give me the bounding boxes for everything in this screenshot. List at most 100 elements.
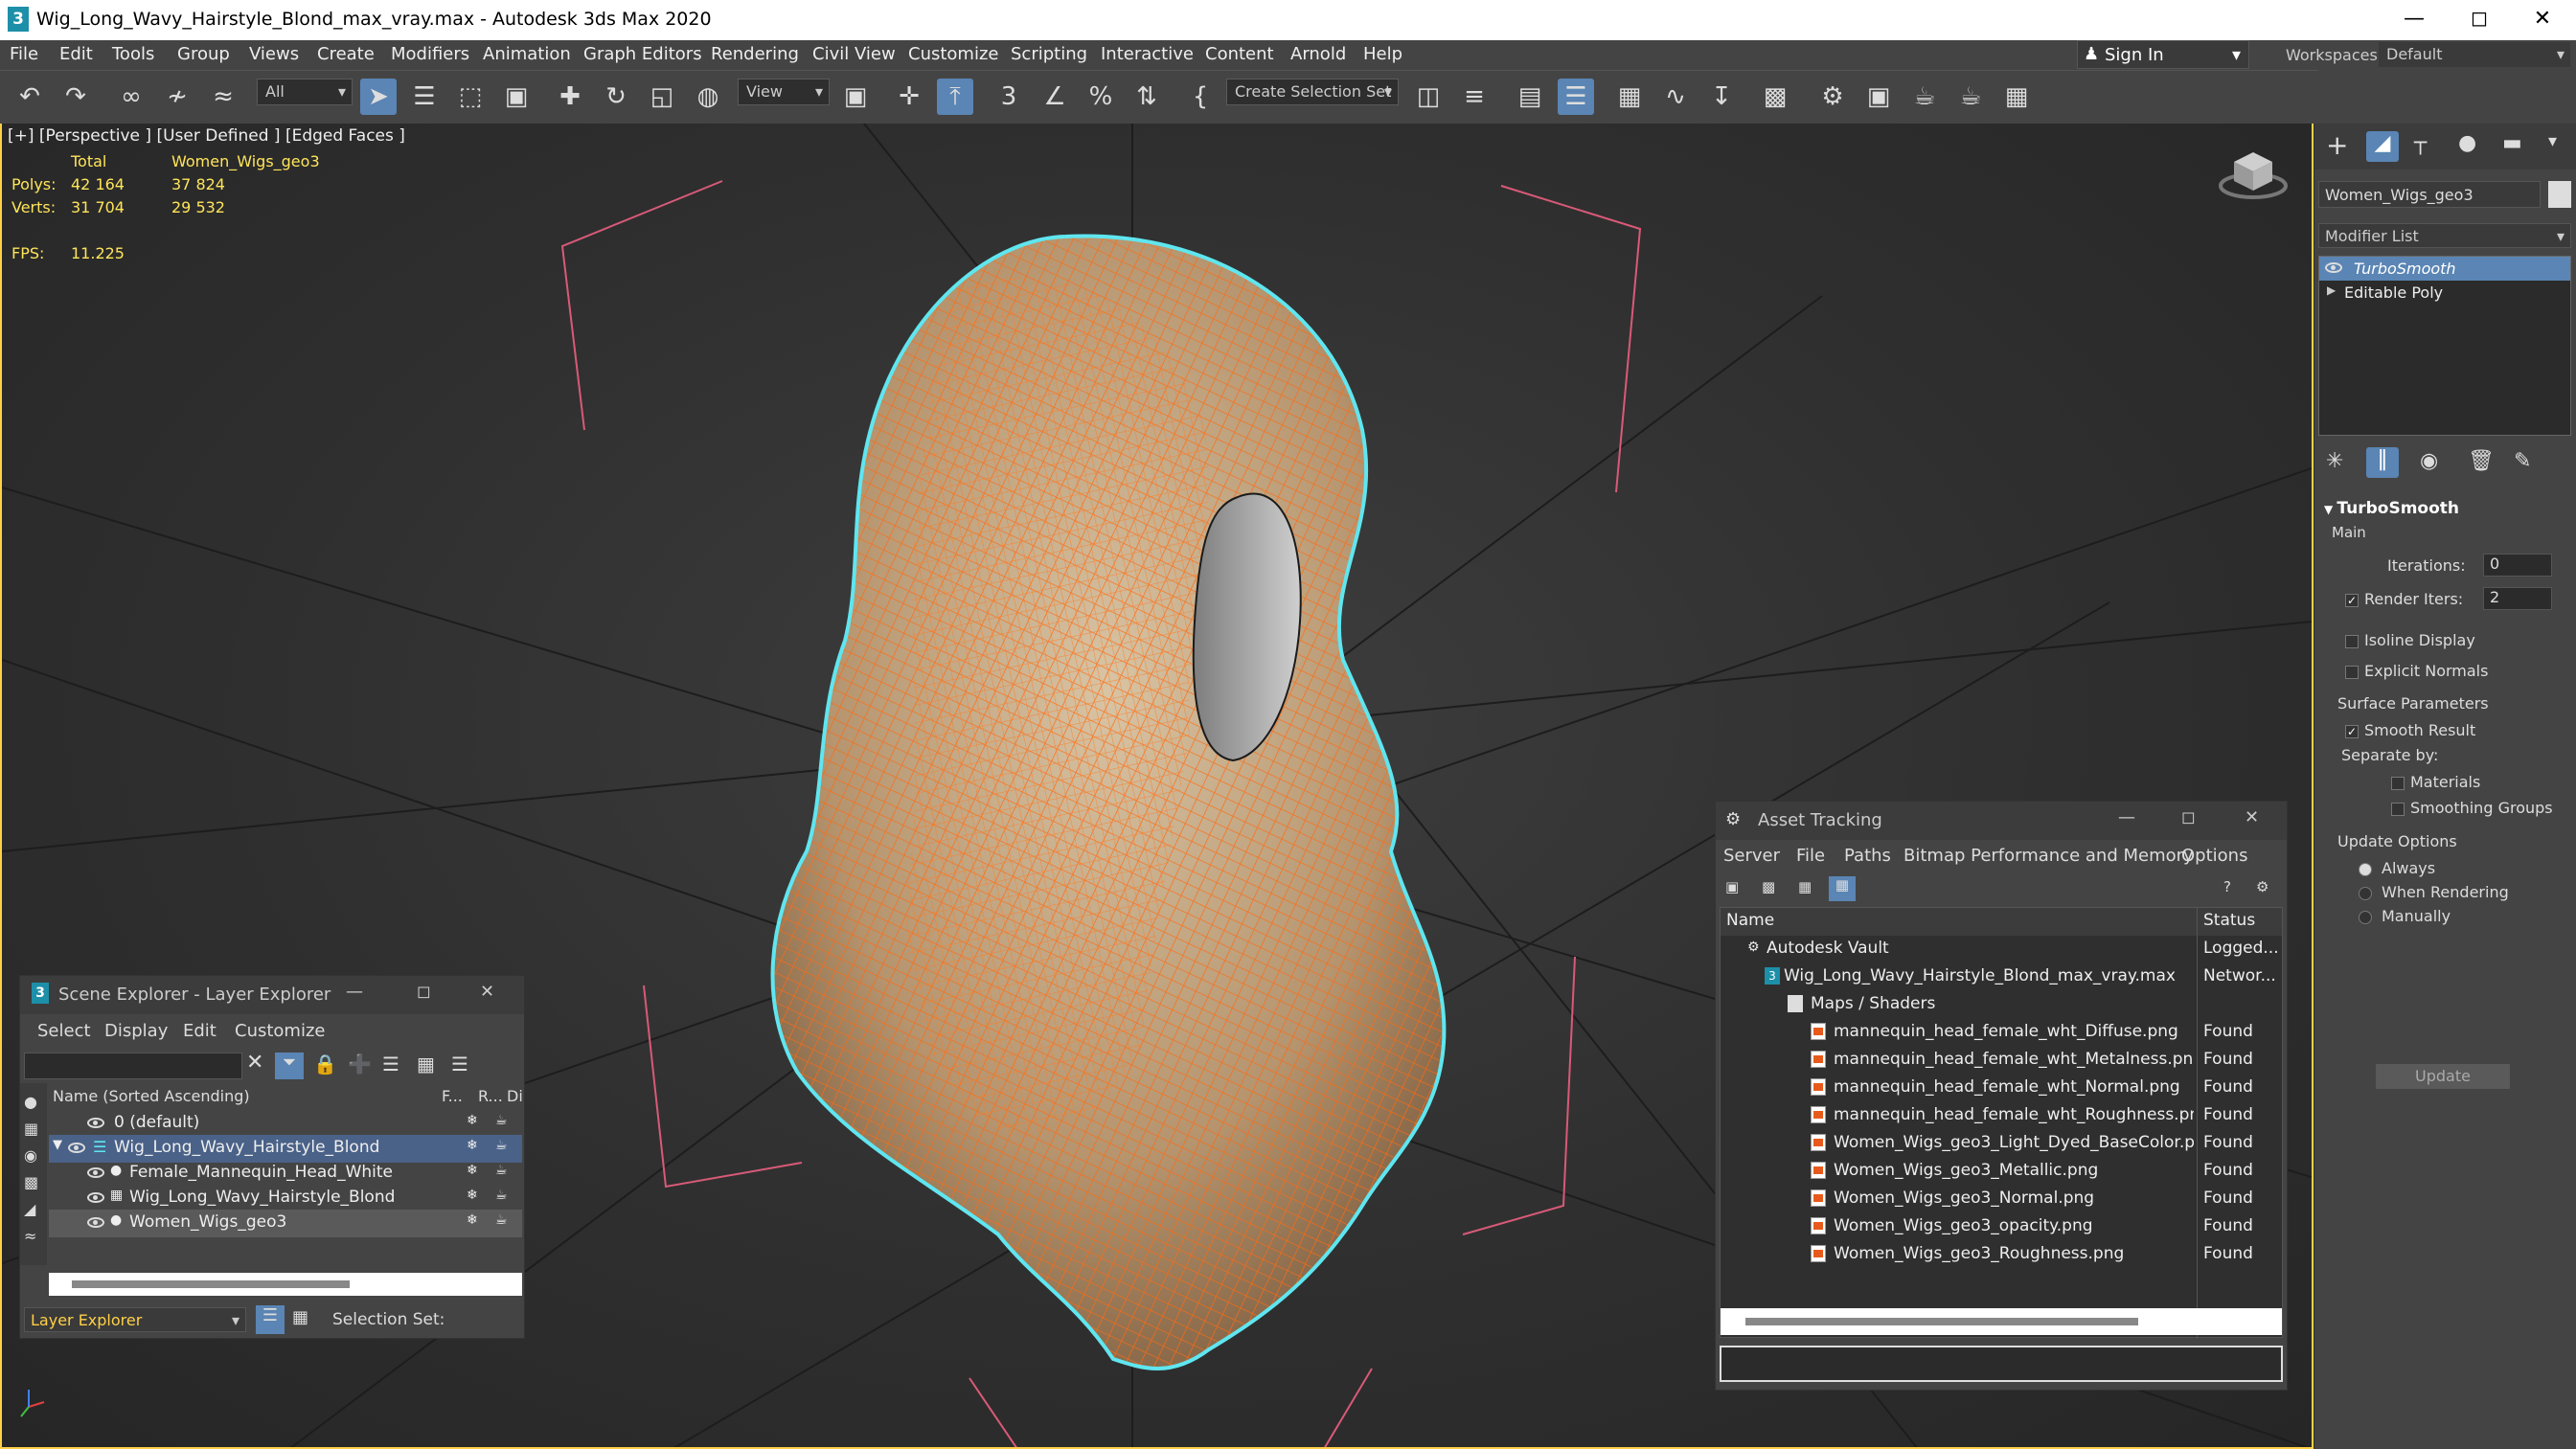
angle-snap-icon[interactable]: ∠	[1037, 79, 1073, 115]
col-display-header[interactable]: Di	[507, 1087, 523, 1105]
placement-icon[interactable]: ◍	[690, 79, 726, 115]
layers-icon[interactable]: ☰	[382, 1053, 399, 1075]
eye-icon[interactable]	[87, 1118, 104, 1128]
tree-row[interactable]: ▼ ☰ Wig_Long_Wavy_Hairstyle_Blond ❄ ☕	[49, 1135, 522, 1163]
menu-content[interactable]: Content	[1205, 44, 1274, 64]
lock-icon[interactable]: 🔒	[313, 1053, 337, 1075]
menu-animation[interactable]: Animation	[483, 44, 571, 64]
add-layer-icon[interactable]: ➕	[348, 1053, 372, 1075]
maximize-icon[interactable]: ◻	[417, 982, 431, 1002]
eye-icon[interactable]	[87, 1192, 104, 1203]
horizontal-scrollbar[interactable]	[49, 1273, 522, 1296]
render-teapot-icon[interactable]: ☕	[495, 1212, 508, 1228]
remove-modifier-icon[interactable]: 🗑	[2468, 449, 2495, 473]
list-view-icon[interactable]: ▩	[1762, 878, 1775, 895]
when-rendering-radio[interactable]: When Rendering	[2359, 883, 2509, 901]
minimize-icon[interactable]: —	[2118, 807, 2135, 827]
smoothing-groups-checkbox[interactable]: Smoothing Groups	[2391, 799, 2553, 817]
menu-create[interactable]: Create	[317, 44, 375, 64]
stack-item-turbosmooth[interactable]: TurboSmooth	[2319, 257, 2570, 281]
close-icon[interactable]: ✕	[2509, 0, 2576, 40]
iterations-spinner[interactable]: 0	[2483, 554, 2552, 577]
keyboard-shortcut-icon[interactable]: ⤒	[937, 79, 973, 115]
table-row[interactable]: ⚙ Autodesk Vault Logged...	[1721, 936, 2282, 963]
table-view-icon[interactable]: ▦	[1829, 876, 1856, 901]
table-row[interactable]: Women_Wigs_geo3_Metallic.png Found	[1721, 1158, 2282, 1186]
window-crossing-icon[interactable]: ▣	[498, 79, 535, 115]
explicit-normals-checkbox[interactable]: Explicit Normals	[2345, 662, 2488, 680]
render-teapot-icon[interactable]: ☕	[495, 1138, 508, 1153]
menu-customize[interactable]: Customize	[908, 44, 998, 64]
tree-row[interactable]: ● Female_Mannequin_Head_White ❄ ☕	[49, 1160, 522, 1188]
checkbox-checked-icon[interactable]: ✓	[2345, 724, 2359, 738]
render-cloud-icon[interactable]: ▦	[1998, 79, 2035, 115]
path-input[interactable]	[1720, 1346, 2283, 1382]
hierarchy-icon[interactable]: ▦	[417, 1053, 435, 1075]
render-iters-row[interactable]: ✓ Render Iters:	[2345, 590, 2463, 608]
checkbox-checked-icon[interactable]: ✓	[2345, 593, 2359, 607]
asset-tracking-titlebar[interactable]: ⚙ Asset Tracking — ◻ ✕	[1716, 802, 2287, 840]
shape-filter-icon[interactable]: ▦	[24, 1120, 38, 1138]
table-row[interactable]: Women_Wigs_geo3_opacity.png Found	[1721, 1213, 2282, 1241]
menu-group[interactable]: Group	[177, 44, 230, 64]
menu-display[interactable]: Display	[104, 1021, 168, 1041]
render-iters-spinner[interactable]: 2	[2483, 587, 2552, 610]
show-end-result-icon[interactable]: ‖	[2366, 447, 2399, 478]
ref-coord-dropdown[interactable]: View	[738, 79, 830, 105]
rendered-frame-icon[interactable]: ▣	[1860, 79, 1897, 115]
rotate-icon[interactable]: ↻	[598, 79, 634, 115]
configure-sets-icon[interactable]: ✎	[2514, 449, 2531, 473]
utilities-tab-icon[interactable]: ▾	[2548, 131, 2557, 151]
table-row[interactable]: mannequin_head_female_wht_Diffuse.png Fo…	[1721, 1019, 2282, 1047]
menu-views[interactable]: Views	[249, 44, 299, 64]
menu-file[interactable]: File	[10, 44, 38, 64]
geometry-filter-icon[interactable]: ●	[24, 1093, 37, 1111]
edit-named-sets-icon[interactable]: {	[1182, 79, 1219, 115]
link-icon[interactable]: ∞	[113, 79, 149, 115]
menu-interactive[interactable]: Interactive	[1101, 44, 1194, 64]
checkbox-icon[interactable]	[2391, 776, 2405, 790]
freeze-icon[interactable]: ❄	[467, 1188, 478, 1203]
select-manipulate-icon[interactable]: ✛	[891, 79, 927, 115]
menu-customize[interactable]: Customize	[235, 1021, 325, 1041]
hierarchy-tab-icon[interactable]: ┬	[2414, 131, 2427, 155]
menu-scripting[interactable]: Scripting	[1011, 44, 1087, 64]
tree-row[interactable]: ▦ Wig_Long_Wavy_Hairstyle_Blond ❄ ☕	[49, 1185, 522, 1212]
curve-editor-icon[interactable]: ∿	[1657, 79, 1694, 115]
checkbox-icon[interactable]	[2345, 665, 2359, 679]
render-setup-icon[interactable]: ⚙	[1814, 79, 1851, 115]
pivot-center-icon[interactable]: ▣	[837, 79, 874, 115]
table-row[interactable]: mannequin_head_female_wht_Metalness.png …	[1721, 1047, 2282, 1075]
layer-explorer-icon[interactable]: ☰	[1558, 79, 1594, 115]
help-icon[interactable]: ?	[2223, 878, 2231, 895]
menu-bitmap-performance[interactable]: Bitmap Performance and Memory	[1904, 846, 2194, 866]
hierarchy-toggle-icon[interactable]: ▦	[292, 1307, 308, 1327]
menu-help[interactable]: Help	[1363, 44, 1402, 64]
col-render-header[interactable]: R...	[478, 1087, 503, 1105]
find-input[interactable]	[24, 1053, 242, 1079]
bind-spacewarp-icon[interactable]: ≈	[205, 79, 241, 115]
motion-tab-icon[interactable]: ●	[2458, 131, 2476, 155]
render-icon[interactable]: ☕	[1906, 79, 1943, 115]
camera-filter-icon[interactable]: ▩	[24, 1173, 38, 1191]
isoline-display-checkbox[interactable]: Isoline Display	[2345, 631, 2475, 649]
object-name-field[interactable]: Women_Wigs_geo3	[2318, 181, 2541, 208]
eye-icon[interactable]	[2325, 262, 2342, 273]
tree-view-icon[interactable]: ▦	[1798, 878, 1812, 895]
menu-select[interactable]: Select	[37, 1021, 91, 1041]
smooth-result-checkbox[interactable]: ✓ Smooth Result	[2345, 721, 2475, 739]
eye-icon[interactable]	[68, 1143, 85, 1153]
render-iterative-icon[interactable]: ☕	[1952, 79, 1989, 115]
selection-set-dropdown[interactable]: Create Selection Set	[1226, 79, 1399, 105]
pin-stack-icon[interactable]: ✳	[2326, 449, 2343, 473]
move-icon[interactable]: ✚	[552, 79, 588, 115]
scrollbar-thumb[interactable]	[1745, 1318, 2138, 1325]
menu-paths[interactable]: Paths	[1844, 846, 1891, 866]
clear-search-icon[interactable]: ✕	[246, 1051, 263, 1075]
table-row[interactable]: Women_Wigs_geo3_Light_Dyed_BaseColor.png…	[1721, 1130, 2282, 1158]
modifier-list-dropdown[interactable]: Modifier List ▾	[2318, 223, 2571, 248]
freeze-icon[interactable]: ❄	[467, 1212, 478, 1228]
table-row[interactable]: mannequin_head_female_wht_Roughness.png …	[1721, 1102, 2282, 1130]
maximize-icon[interactable]: ◻	[2181, 807, 2196, 827]
create-tab-icon[interactable]: +	[2326, 129, 2348, 161]
